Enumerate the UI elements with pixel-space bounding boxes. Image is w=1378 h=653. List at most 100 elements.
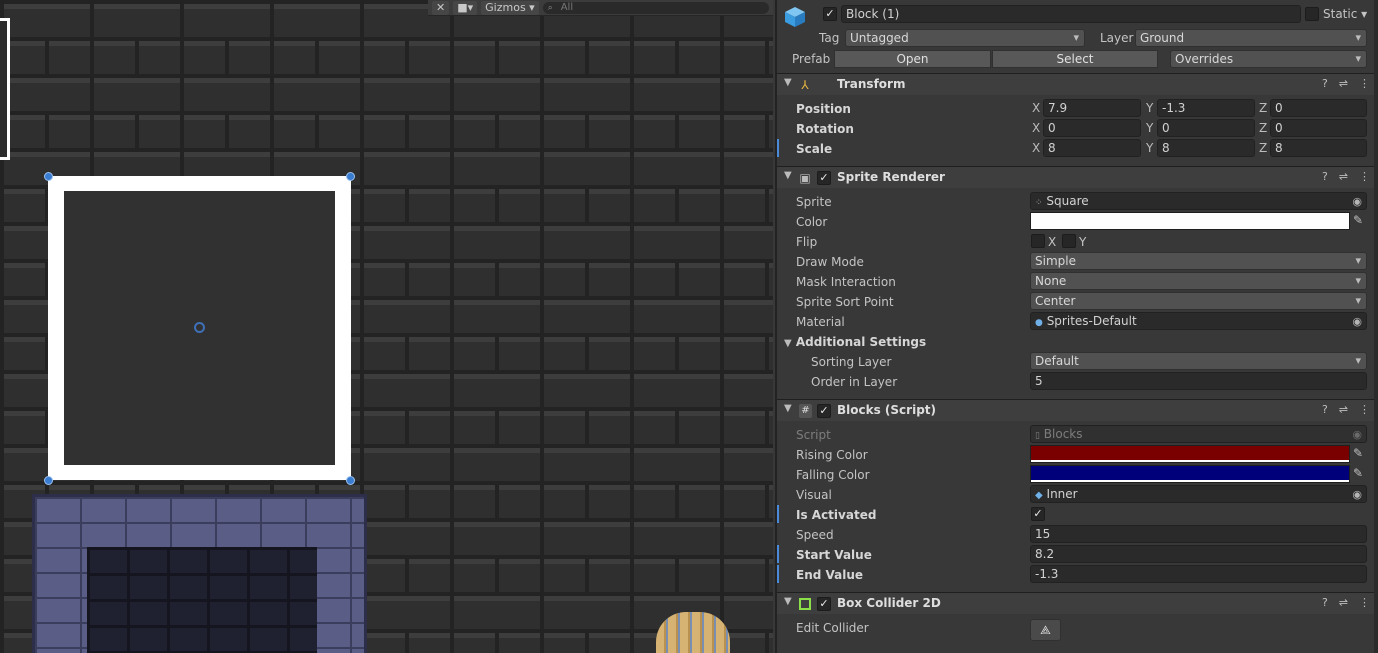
eyedropper-icon[interactable]: ✎ bbox=[1353, 446, 1363, 460]
order-in-layer-field[interactable]: 5 bbox=[1030, 372, 1367, 390]
edit-collider-button[interactable]: ⟁ bbox=[1030, 619, 1061, 641]
foldout-arrow-icon[interactable]: ▼ bbox=[784, 596, 792, 607]
script-icon: # bbox=[799, 404, 812, 418]
rising-color-swatch[interactable] bbox=[1030, 445, 1350, 463]
sprite-renderer-header[interactable]: ▼ ▣ ✓ Sprite Renderer ? ⇌ ⋮ bbox=[777, 166, 1378, 188]
is-activated-checkbox[interactable]: ✓ bbox=[1031, 507, 1045, 521]
object-picker-icon[interactable]: ◉ bbox=[1352, 487, 1362, 503]
inspector-panel: ✓ Block (1) Static ▾ Tag Untagged Layer … bbox=[775, 0, 1378, 653]
prefab-label: Prefab bbox=[792, 52, 831, 66]
layer-dropdown[interactable]: Ground bbox=[1135, 29, 1367, 47]
speed-field[interactable]: 15 bbox=[1030, 525, 1367, 543]
more-menu-icon[interactable]: ⋮ bbox=[1359, 403, 1370, 416]
preset-icon[interactable]: ⇌ bbox=[1339, 77, 1348, 90]
position-z-field[interactable]: 0 bbox=[1270, 99, 1367, 117]
axis-y-label: Y bbox=[1146, 101, 1154, 115]
resize-handle-top-right[interactable] bbox=[346, 172, 355, 181]
position-x-field[interactable]: 7.9 bbox=[1043, 99, 1141, 117]
gameobject-cube-icon[interactable] bbox=[783, 5, 807, 29]
foldout-arrow-icon[interactable]: ▼ bbox=[784, 403, 792, 414]
alpha-bar bbox=[1031, 460, 1349, 462]
scale-x-field[interactable]: 8 bbox=[1043, 139, 1141, 157]
foldout-arrow-icon[interactable]: ▼ bbox=[784, 170, 792, 181]
transform-header[interactable]: ▼ ⅄ Transform ? ⇌ ⋮ bbox=[777, 73, 1378, 95]
inspector-scrollbar[interactable] bbox=[1374, 0, 1378, 653]
component-header-icons: ? ⇌ ⋮ bbox=[1322, 596, 1370, 609]
flip-x-checkbox[interactable] bbox=[1031, 234, 1045, 248]
resize-handle-top-left[interactable] bbox=[44, 172, 53, 181]
sprite-label: Sprite bbox=[796, 195, 832, 209]
foldout-arrow-icon[interactable]: ▼ bbox=[784, 77, 792, 88]
static-dropdown[interactable]: Static ▾ bbox=[1323, 6, 1367, 22]
box-collider-enabled-checkbox[interactable]: ✓ bbox=[817, 597, 831, 611]
more-menu-icon[interactable]: ⋮ bbox=[1359, 77, 1370, 90]
camera-icon[interactable]: ■▾ bbox=[453, 0, 478, 15]
more-menu-icon[interactable]: ⋮ bbox=[1359, 170, 1370, 183]
eyedropper-icon[interactable]: ✎ bbox=[1353, 213, 1363, 227]
tools-icon[interactable]: ✕ bbox=[432, 0, 450, 15]
active-checkbox[interactable]: ✓ bbox=[823, 7, 837, 21]
resize-handle-bottom-left[interactable] bbox=[44, 476, 53, 485]
box-collider-header[interactable]: ▼ ✓ Box Collider 2D ? ⇌ ⋮ bbox=[777, 592, 1378, 614]
scale-z-field[interactable]: 8 bbox=[1270, 139, 1367, 157]
modified-indicator bbox=[777, 139, 779, 157]
sprite-sort-point-dropdown[interactable]: Center bbox=[1030, 292, 1367, 310]
visual-object-field[interactable]: ◆ Inner ◉ bbox=[1030, 485, 1367, 503]
overrides-dropdown[interactable]: Overrides bbox=[1170, 50, 1367, 68]
tag-dropdown[interactable]: Untagged bbox=[845, 29, 1085, 47]
object-picker-icon[interactable]: ◉ bbox=[1352, 314, 1362, 330]
object-name-field[interactable]: Block (1) bbox=[841, 5, 1301, 23]
color-label: Color bbox=[796, 215, 828, 229]
scene-view[interactable]: ✕ ■▾ Gizmos ▾ ⌕ All bbox=[0, 0, 773, 653]
mask-interaction-dropdown[interactable]: None bbox=[1030, 272, 1367, 290]
start-value-field[interactable]: 8.2 bbox=[1030, 545, 1367, 563]
scene-search-input[interactable]: ⌕ All bbox=[542, 1, 769, 14]
scale-y-field[interactable]: 8 bbox=[1157, 139, 1255, 157]
barrel-sprite[interactable] bbox=[656, 612, 730, 653]
color-swatch[interactable] bbox=[1030, 212, 1350, 230]
help-icon[interactable]: ? bbox=[1322, 170, 1328, 183]
more-menu-icon[interactable]: ⋮ bbox=[1359, 596, 1370, 609]
stone-block-sprite[interactable] bbox=[32, 494, 367, 653]
preset-icon[interactable]: ⇌ bbox=[1339, 403, 1348, 416]
gizmos-button[interactable]: Gizmos ▾ bbox=[481, 0, 539, 15]
brick-row bbox=[0, 37, 773, 74]
help-icon[interactable]: ? bbox=[1322, 596, 1328, 609]
sorting-layer-dropdown[interactable]: Default bbox=[1030, 352, 1367, 370]
resize-handle-bottom-right[interactable] bbox=[346, 476, 355, 485]
pivot-handle[interactable] bbox=[194, 322, 205, 333]
foldout-arrow-icon: ▼ bbox=[784, 338, 792, 349]
position-y-field[interactable]: -1.3 bbox=[1157, 99, 1255, 117]
help-icon[interactable]: ? bbox=[1322, 403, 1328, 416]
script-asset-icon: ▯ bbox=[1035, 431, 1040, 441]
additional-settings-foldout[interactable]: ▼ Additional Settings bbox=[784, 334, 926, 352]
prefab-select-button[interactable]: Select bbox=[992, 50, 1158, 68]
preset-icon[interactable]: ⇌ bbox=[1339, 170, 1348, 183]
sprite-renderer-title: Sprite Renderer bbox=[837, 170, 945, 184]
rotation-z-field[interactable]: 0 bbox=[1270, 119, 1367, 137]
falling-color-swatch[interactable] bbox=[1030, 465, 1350, 483]
eyedropper-icon[interactable]: ✎ bbox=[1353, 466, 1363, 480]
end-value-field[interactable]: -1.3 bbox=[1030, 565, 1367, 583]
sprite-renderer-enabled-checkbox[interactable]: ✓ bbox=[817, 171, 831, 185]
draw-mode-dropdown[interactable]: Simple bbox=[1030, 252, 1367, 270]
rotation-x-field[interactable]: 0 bbox=[1043, 119, 1141, 137]
preset-icon[interactable]: ⇌ bbox=[1339, 596, 1348, 609]
static-checkbox[interactable] bbox=[1305, 7, 1319, 21]
flip-y-checkbox[interactable] bbox=[1062, 234, 1076, 248]
falling-color-label: Falling Color bbox=[796, 468, 870, 482]
sprite-object-field[interactable]: ⁘ Square ◉ bbox=[1030, 192, 1367, 210]
scene-toolbar: ✕ ■▾ Gizmos ▾ ⌕ All bbox=[428, 0, 773, 16]
partial-block-sprite[interactable] bbox=[0, 18, 10, 160]
end-value-label: End Value bbox=[796, 568, 864, 582]
script-value: Blocks bbox=[1043, 427, 1083, 441]
prefab-open-button[interactable]: Open bbox=[834, 50, 991, 68]
axis-x-label: X bbox=[1032, 121, 1041, 135]
rotation-y-field[interactable]: 0 bbox=[1157, 119, 1255, 137]
component-header-icons: ? ⇌ ⋮ bbox=[1322, 403, 1370, 416]
blocks-script-header[interactable]: ▼ # ✓ Blocks (Script) ? ⇌ ⋮ bbox=[777, 399, 1378, 421]
help-icon[interactable]: ? bbox=[1322, 77, 1328, 90]
blocks-script-enabled-checkbox[interactable]: ✓ bbox=[817, 404, 831, 418]
material-object-field[interactable]: ● Sprites-Default ◉ bbox=[1030, 312, 1367, 330]
object-picker-icon[interactable]: ◉ bbox=[1352, 194, 1362, 210]
